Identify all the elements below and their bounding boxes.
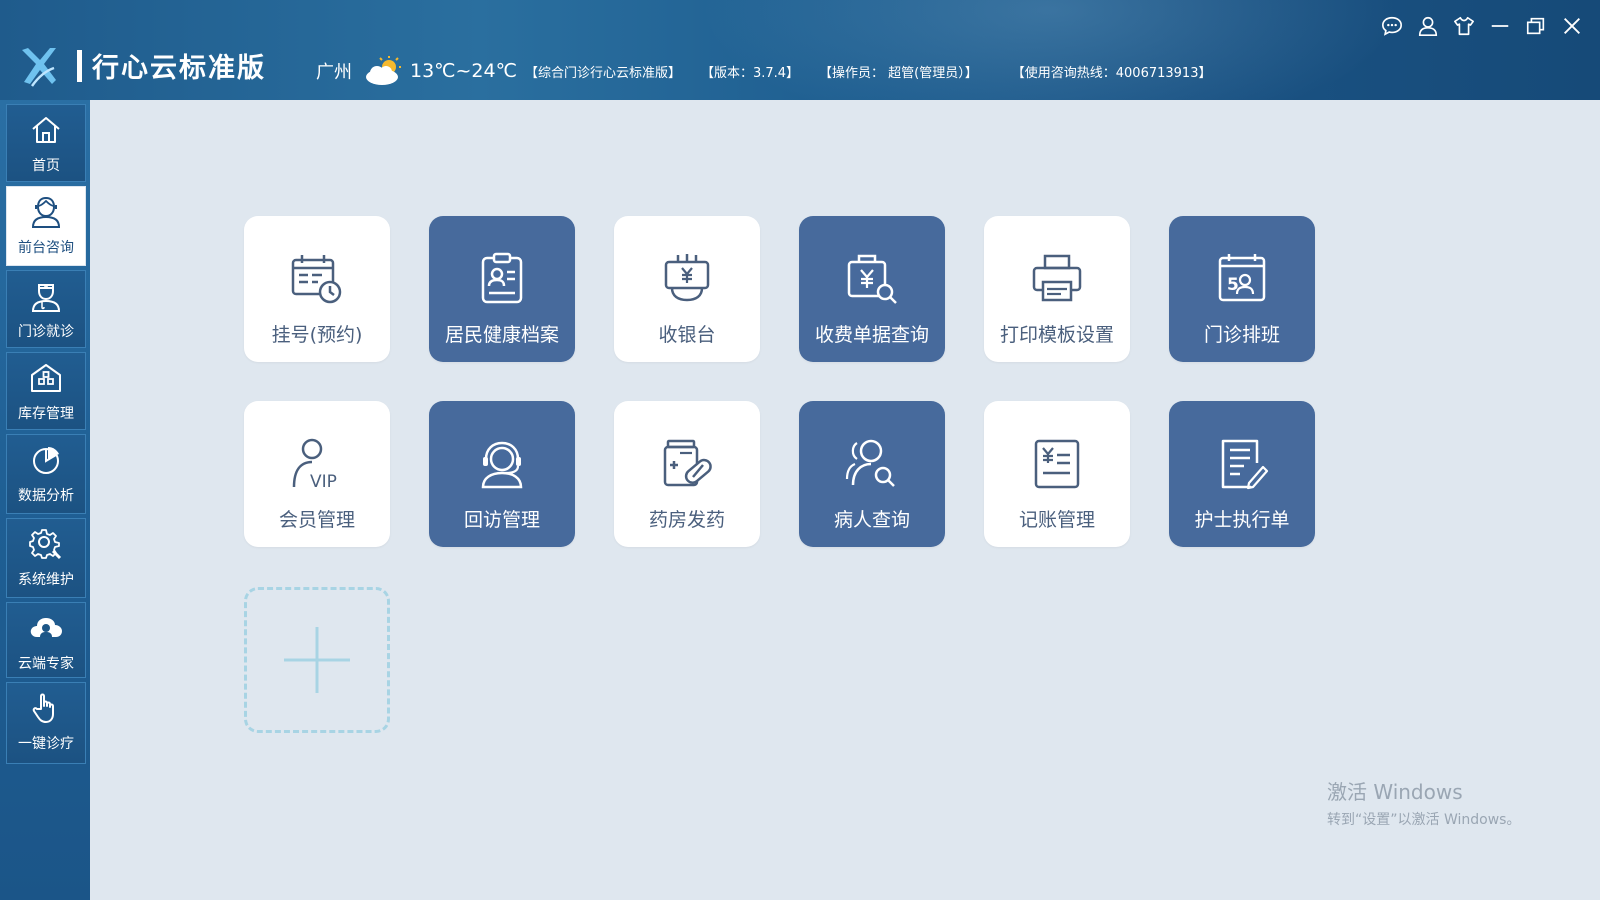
close-icon xyxy=(1564,18,1580,34)
temperature-label: 13℃~24℃ xyxy=(410,60,517,82)
schedule-icon: 5 xyxy=(1218,254,1266,302)
tile-pharmacy-dispense[interactable]: 药房发药 xyxy=(614,401,760,547)
add-shortcut-button[interactable] xyxy=(244,587,390,733)
sidebar-item-inventory[interactable]: 库存管理 xyxy=(6,352,86,430)
hand-pointer-icon xyxy=(32,693,54,723)
tile-label: 会员管理 xyxy=(278,509,355,531)
tile-label: 门诊排班 xyxy=(1203,324,1280,346)
skin-icon xyxy=(1454,16,1474,36)
tile-member-management[interactable]: VIP 会员管理 xyxy=(244,401,390,547)
cloud-expert-icon xyxy=(30,618,62,637)
svg-text:VIP: VIP xyxy=(310,472,337,492)
tile-health-records[interactable]: 居民健康档案 xyxy=(429,216,575,362)
sidebar-item-label: 云端专家 xyxy=(18,656,74,672)
gear-icon xyxy=(29,529,62,560)
ledger-icon xyxy=(1034,439,1080,489)
sidebar-item-one-click[interactable]: 一键诊疗 xyxy=(6,682,86,764)
tile-label: 打印模板设置 xyxy=(999,324,1114,346)
plus-icon xyxy=(284,627,350,693)
sidebar-item-analytics[interactable]: 数据分析 xyxy=(6,434,86,514)
user-icon xyxy=(1418,16,1438,36)
tile-label: 记账管理 xyxy=(1018,509,1095,531)
tile-label: 护士执行单 xyxy=(1194,509,1290,531)
tile-label: 挂号(预约) xyxy=(271,324,363,346)
warehouse-icon xyxy=(31,364,61,392)
window-controls xyxy=(1378,12,1586,40)
sidebar: 首页 前台咨询 门诊就诊 库存管理 数据分析 系统维护 云端专家 一键诊疗 xyxy=(0,100,90,900)
hotline-label: 【使用咨询热线：4006713913】 xyxy=(1011,65,1212,81)
sidebar-item-label: 一键诊疗 xyxy=(18,736,74,752)
restore-icon xyxy=(1526,17,1545,35)
watermark-line2: 转到“设置”以激活 Windows。 xyxy=(1327,812,1521,828)
home-icon xyxy=(32,117,60,143)
nurse-order-icon xyxy=(1221,439,1269,490)
sidebar-item-outpatient[interactable]: 门诊就诊 xyxy=(6,270,86,348)
logo-divider xyxy=(77,50,82,82)
sidebar-item-reception[interactable]: 前台咨询 xyxy=(6,186,86,266)
tile-patient-query[interactable]: 病人查询 xyxy=(799,401,945,547)
tile-accounting[interactable]: 记账管理 xyxy=(984,401,1130,547)
headset-icon xyxy=(481,441,523,489)
close-button[interactable] xyxy=(1558,12,1586,40)
sidebar-item-label: 首页 xyxy=(32,158,60,174)
printer-icon xyxy=(1032,254,1082,302)
tile-follow-up[interactable]: 回访管理 xyxy=(429,401,575,547)
city-label: 广州 xyxy=(316,62,352,83)
chat-icon xyxy=(1382,16,1402,36)
app-header: 行心云标准版 广州 13℃~24℃ 【综合门诊行心云标准版】 【版本：3.7.4… xyxy=(0,0,1600,100)
restore-button[interactable] xyxy=(1522,12,1550,40)
version-label: 【版本：3.7.4】 xyxy=(700,65,800,81)
tile-label: 收费单据查询 xyxy=(814,324,929,346)
skin-button[interactable] xyxy=(1450,12,1478,40)
sidebar-item-label: 数据分析 xyxy=(18,488,74,504)
sidebar-item-cloud-expert[interactable]: 云端专家 xyxy=(6,602,86,678)
receptionist-icon xyxy=(31,196,61,228)
info-bar: 广州 13℃~24℃ 【综合门诊行心云标准版】 【版本：3.7.4】 【操作员：… xyxy=(316,56,1231,86)
sidebar-item-label: 库存管理 xyxy=(18,406,74,422)
sidebar-item-home[interactable]: 首页 xyxy=(6,104,86,182)
tile-print-template[interactable]: 打印模板设置 xyxy=(984,216,1130,362)
tile-clinic-schedule[interactable]: 5 门诊排班 xyxy=(1169,216,1315,362)
pharmacy-icon xyxy=(663,439,712,487)
sidebar-item-system[interactable]: 系统维护 xyxy=(6,518,86,598)
vip-member-icon: VIP xyxy=(292,438,337,492)
minimize-button[interactable] xyxy=(1486,12,1514,40)
tile-label: 回访管理 xyxy=(463,509,540,531)
windows-activation-watermark: 激活 Windows 转到“设置”以激活 Windows。 xyxy=(1327,776,1520,829)
calendar-clock-icon xyxy=(291,255,342,304)
tile-label: 药房发药 xyxy=(648,509,725,531)
minimize-icon xyxy=(1491,25,1509,27)
sidebar-item-label: 前台咨询 xyxy=(18,240,74,256)
sidebar-item-label: 系统维护 xyxy=(18,572,74,588)
sidebar-item-label: 门诊就诊 xyxy=(18,324,74,340)
health-record-icon xyxy=(481,252,523,304)
tile-label: 居民健康档案 xyxy=(444,324,559,346)
tile-cashier[interactable]: 收银台 xyxy=(614,216,760,362)
tile-label: 收银台 xyxy=(658,324,716,346)
chat-button[interactable] xyxy=(1378,12,1406,40)
cashier-icon xyxy=(664,254,710,302)
app-title: 行心云标准版 xyxy=(92,53,266,84)
watermark-line1: 激活 Windows xyxy=(1327,780,1463,804)
user-button[interactable] xyxy=(1414,12,1442,40)
tile-bill-query[interactable]: 收费单据查询 xyxy=(799,216,945,362)
pie-chart-icon xyxy=(33,447,59,474)
edition-label: 【综合门诊行心云标准版】 xyxy=(524,65,681,81)
tile-registration[interactable]: 挂号(预约) xyxy=(244,216,390,362)
bill-search-icon xyxy=(847,254,897,304)
operator-label: 【操作员： 超管(管理员）】 xyxy=(819,65,978,81)
tile-label: 病人查询 xyxy=(833,509,910,531)
doctor-icon xyxy=(31,284,61,312)
tile-nurse-order[interactable]: 护士执行单 xyxy=(1169,401,1315,547)
patient-search-icon xyxy=(845,439,895,487)
app-logo xyxy=(22,48,56,87)
partly-cloudy-icon xyxy=(366,56,401,85)
